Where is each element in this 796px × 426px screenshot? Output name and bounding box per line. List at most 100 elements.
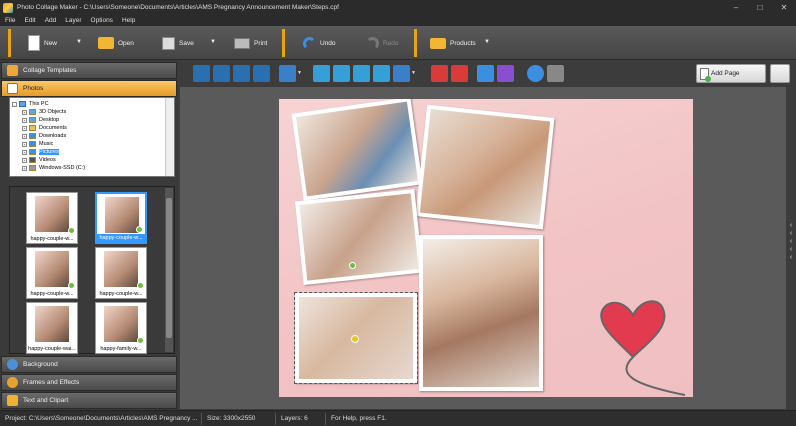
side-collapse-arrows[interactable]: ‹ ‹ ‹ ‹ ‹ (786, 222, 796, 266)
collage-photo[interactable] (419, 235, 543, 391)
collage-photo[interactable] (294, 188, 424, 286)
tree-item-videos[interactable]: + Videos (22, 156, 56, 164)
tree-item-desktop[interactable]: + Desktop (22, 116, 59, 124)
save-dropdown-caret[interactable]: ▼ (210, 39, 216, 45)
effects-icon[interactable] (477, 65, 494, 82)
photos-header[interactable]: Photos (1, 80, 177, 97)
menu-edit[interactable]: Edit (24, 17, 35, 24)
expand-icon[interactable]: + (22, 117, 27, 123)
thumbnail-item[interactable]: happy-couple-wai... (26, 302, 78, 354)
flip-vertical-icon[interactable] (353, 65, 370, 82)
expand-icon[interactable]: + (22, 125, 27, 131)
thumbnail-item[interactable]: happy-couple-w... (26, 192, 78, 244)
bring-to-front-icon[interactable] (193, 65, 210, 82)
expand-icon[interactable]: + (22, 141, 27, 147)
photo-thumbnails: happy-couple-w... happy-couple-w... happ… (9, 186, 175, 354)
expand-icon[interactable]: + (22, 157, 27, 163)
scrollbar-thumb[interactable] (166, 198, 172, 338)
photo-image (295, 101, 419, 197)
collage-canvas[interactable] (279, 99, 693, 397)
save-button[interactable]: Save (162, 30, 194, 56)
distribute-dropdown-icon[interactable]: ▼ (411, 65, 417, 82)
tree-item-music[interactable]: + Music (22, 140, 53, 148)
thumbnails-scrollbar[interactable] (165, 188, 173, 352)
page-settings-button[interactable] (770, 64, 790, 83)
maximize-button[interactable]: □ (748, 0, 772, 15)
check-icon (137, 282, 144, 289)
menu-file[interactable]: File (5, 17, 15, 24)
products-button[interactable]: Products (430, 30, 476, 56)
collage-templates-header[interactable]: Collage Templates (1, 62, 177, 79)
close-button[interactable]: ✕ (772, 0, 796, 15)
tree-item-label: Pictures (39, 149, 59, 155)
flip-horizontal-icon[interactable] (373, 65, 390, 82)
send-backward-icon[interactable] (233, 65, 250, 82)
thumbnail-item[interactable]: happy-couple-w... (95, 247, 147, 299)
text-clipart-header[interactable]: Text and Clipart (1, 392, 177, 409)
thumbnail-caption: happy-couple-w... (96, 290, 146, 298)
redo-button[interactable]: Redo (366, 30, 399, 56)
tree-item-documents[interactable]: + Documents (22, 124, 67, 132)
window-title: Photo Collage Maker - C:\Users\Someone\D… (17, 4, 339, 11)
thumbnail-item[interactable]: happy-couple-w... (95, 192, 147, 244)
menu-layer[interactable]: Layer (65, 17, 81, 24)
expand-icon[interactable]: + (22, 149, 27, 155)
photo-image (299, 193, 419, 281)
menu-options[interactable]: Options (91, 17, 113, 24)
folder-tree[interactable]: - This PC + 3D Objects + Desktop + Docum… (9, 97, 175, 177)
collage-photo[interactable] (291, 99, 423, 201)
align-icon[interactable] (279, 65, 296, 82)
thumbnail-item[interactable]: happy-couple-w... (26, 247, 78, 299)
tree-scrollbar[interactable] (165, 98, 174, 176)
new-button[interactable]: New (28, 30, 57, 56)
undo-button[interactable]: Undo (303, 30, 336, 56)
menu-help[interactable]: Help (122, 17, 135, 24)
check-icon (136, 226, 143, 233)
open-button[interactable]: Open (98, 30, 134, 56)
rotate-handle-icon[interactable] (349, 262, 356, 269)
collage-photo[interactable] (415, 104, 555, 230)
magic-icon[interactable] (497, 65, 514, 82)
thumbnail-item[interactable]: happy-family-w... (95, 302, 147, 354)
status-help: For Help, press F1. (331, 414, 387, 422)
align-dropdown-icon[interactable]: ▼ (297, 65, 303, 82)
expand-icon[interactable]: + (22, 133, 27, 139)
flip-left-icon[interactable] (313, 65, 330, 82)
products-dropdown-caret[interactable]: ▼ (484, 39, 490, 45)
folder-icon (29, 109, 36, 115)
tree-item-pictures[interactable]: + Pictures (22, 148, 59, 156)
frames-effects-header[interactable]: Frames and Effects (1, 374, 177, 391)
distribute-icon[interactable] (393, 65, 410, 82)
gear-icon[interactable] (527, 65, 544, 82)
menu-add[interactable]: Add (45, 17, 57, 24)
tree-item-windows-ssd[interactable]: + Windows-SSD (C:) (22, 164, 85, 172)
center-handle-icon[interactable] (351, 335, 359, 343)
expand-icon[interactable]: + (22, 165, 27, 171)
flip-right-icon[interactable] (333, 65, 350, 82)
undo-label: Undo (320, 39, 336, 47)
new-dropdown-caret[interactable]: ▼ (76, 39, 82, 45)
minimize-button[interactable]: – (724, 0, 748, 15)
lock-icon[interactable] (547, 65, 564, 82)
thumbnail-image (35, 196, 69, 232)
tree-item-label: Documents (39, 125, 67, 131)
star-icon (7, 65, 18, 76)
tree-item-3d-objects[interactable]: + 3D Objects (22, 108, 66, 116)
thumbnail-caption: happy-couple-w... (27, 290, 77, 298)
send-to-back-icon[interactable] (253, 65, 270, 82)
delete-icon[interactable] (431, 65, 448, 82)
save-label: Save (179, 39, 194, 47)
undo-arrow-icon (303, 36, 316, 50)
collapse-icon[interactable]: - (12, 101, 17, 107)
expand-icon[interactable]: + (22, 109, 27, 115)
tree-item-downloads[interactable]: + Downloads (22, 132, 66, 140)
bring-forward-icon[interactable] (213, 65, 230, 82)
background-header[interactable]: Background (1, 356, 177, 373)
crop-icon[interactable] (451, 65, 468, 82)
tree-item-this-pc[interactable]: - This PC (12, 100, 49, 108)
heart-clipart[interactable] (575, 295, 693, 397)
photos-label: Photos (23, 85, 44, 92)
print-button[interactable]: Print (234, 30, 267, 56)
add-page-button[interactable]: Add Page (696, 64, 766, 83)
title-bar: Photo Collage Maker - C:\Users\Someone\D… (0, 0, 796, 15)
